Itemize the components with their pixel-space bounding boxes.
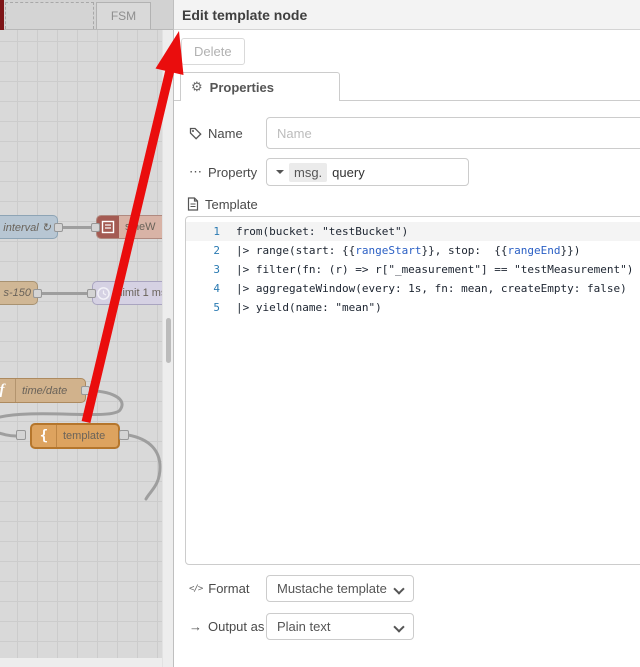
code-text: |> aggregateWindow(every: 1s, fn: mean, …	[236, 282, 627, 295]
sinewave-icon	[97, 216, 119, 238]
property-row: ⋯ Property msg. query	[189, 158, 640, 186]
wire	[0, 431, 18, 438]
name-input[interactable]	[266, 117, 640, 149]
delete-button[interactable]: Delete	[181, 38, 245, 65]
tab-properties-label: Properties	[209, 79, 274, 95]
format-row: </> Format Mustache template	[189, 575, 640, 602]
template-brace-icon: {	[32, 425, 57, 447]
node-label: sineW	[125, 221, 156, 233]
code-brackets-icon: </>	[189, 583, 203, 594]
format-label: </> Format	[189, 581, 250, 596]
code-text: |> range(start: {{rangeStart}}, stop: {{…	[236, 244, 581, 257]
output-label: → Output as	[189, 619, 265, 634]
line-number: 4	[213, 282, 220, 295]
flow-vertical-scrollbar[interactable]	[162, 30, 173, 667]
format-select[interactable]: Mustache template	[266, 575, 414, 602]
workspace-tab-fsm[interactable]: FSM	[96, 2, 151, 29]
line-number: 2	[213, 244, 220, 257]
property-typed-input[interactable]: msg. query	[266, 158, 469, 186]
node-sinewave[interactable]: sineW	[96, 215, 162, 239]
node-port[interactable]	[16, 430, 26, 440]
screenshot-root: FSM interval ↻ sineW s-150 limit 1 ms f …	[0, 0, 640, 667]
dialog-tabbar: ⚙ Properties	[174, 72, 640, 101]
output-select[interactable]: Plain text	[266, 613, 414, 640]
node-label: time/date	[22, 384, 68, 397]
node-port[interactable]	[119, 430, 129, 440]
node-interval[interactable]: interval ↻	[0, 215, 58, 239]
flow-wires	[0, 226, 162, 501]
msg-type-chip[interactable]: msg.	[289, 162, 328, 182]
node-timedate[interactable]: f time/date	[0, 378, 86, 403]
template-label-row: Template	[187, 196, 640, 212]
node-template[interactable]: { template	[30, 423, 120, 449]
chevron-down-icon	[393, 621, 405, 633]
line-number: 1	[213, 225, 220, 238]
output-value: Plain text	[277, 619, 331, 634]
node-label: template	[63, 430, 106, 442]
node-label: s-150	[3, 287, 31, 299]
flow-editor: FSM interval ↻ sineW s-150 limit 1 ms f …	[0, 0, 173, 667]
header-red-strip	[0, 0, 4, 30]
ellipsis-icon: ⋯	[189, 164, 202, 179]
wire	[126, 433, 162, 501]
property-value[interactable]: query	[332, 165, 365, 180]
format-value: Mustache template	[277, 581, 387, 596]
code-line[interactable]: 5 |> yield(name: "mean")	[186, 298, 640, 317]
code-text: from(bucket: "testBucket")	[236, 225, 409, 238]
dialog-content: Name ⋯ Property msg. query	[174, 117, 640, 640]
code-lines: 1 from(bucket: "testBucket") 2 |> range(sta…	[186, 222, 640, 317]
node-port[interactable]	[91, 223, 100, 232]
dialog-toolbar: Delete	[174, 30, 640, 72]
chevron-down-icon[interactable]	[276, 170, 284, 174]
name-row: Name	[189, 117, 640, 149]
line-number: 5	[213, 301, 220, 314]
code-text: |> yield(name: "mean")	[236, 301, 382, 314]
output-row: → Output as Plain text	[189, 613, 640, 640]
workspace-tab-dashed[interactable]	[5, 2, 94, 29]
code-text: |> filter(fn: (r) => r["_measurement"] =…	[236, 263, 634, 276]
node-limit[interactable]: limit 1 ms	[92, 281, 162, 305]
gear-icon: ⚙	[191, 79, 203, 94]
chevron-down-icon	[393, 583, 405, 595]
node-port[interactable]	[54, 223, 63, 232]
function-icon: f	[0, 379, 16, 402]
code-line[interactable]: 1 from(bucket: "testBucket")	[186, 222, 640, 241]
template-file-icon	[187, 197, 199, 211]
tab-properties[interactable]: ⚙ Properties	[180, 72, 340, 101]
flow-canvas[interactable]: interval ↻ sineW s-150 limit 1 ms f time…	[0, 30, 162, 658]
flow-horizontal-scrollbar[interactable]	[0, 658, 162, 667]
node-port[interactable]	[33, 289, 42, 298]
node-port[interactable]	[81, 386, 90, 395]
clock-icon	[93, 282, 114, 304]
node-label: interval ↻	[3, 221, 51, 234]
scrollbar-thumb[interactable]	[166, 318, 171, 363]
name-label: Name	[189, 126, 266, 141]
line-number: 3	[213, 263, 220, 276]
code-line[interactable]: 4 |> aggregateWindow(every: 1s, fn: mean,…	[186, 279, 640, 298]
template-label: Template	[205, 196, 258, 212]
dialog-title: Edit template node	[174, 0, 640, 30]
edit-dialog: Edit template node Delete ⚙ Properties N…	[173, 0, 640, 667]
node-port[interactable]	[87, 289, 96, 298]
code-line[interactable]: 2 |> range(start: {{rangeStart}}, stop: {…	[186, 241, 640, 260]
template-code-editor[interactable]: 1 from(bucket: "testBucket") 2 |> range(sta…	[185, 216, 640, 565]
code-line[interactable]: 3 |> filter(fn: (r) => r["_measurement"] …	[186, 260, 640, 279]
property-label: ⋯ Property	[189, 164, 258, 180]
node-label: limit 1 ms	[120, 287, 162, 299]
tag-icon	[189, 127, 202, 140]
arrow-right-icon: →	[189, 619, 202, 634]
workspace-tabbar: FSM	[0, 0, 173, 30]
